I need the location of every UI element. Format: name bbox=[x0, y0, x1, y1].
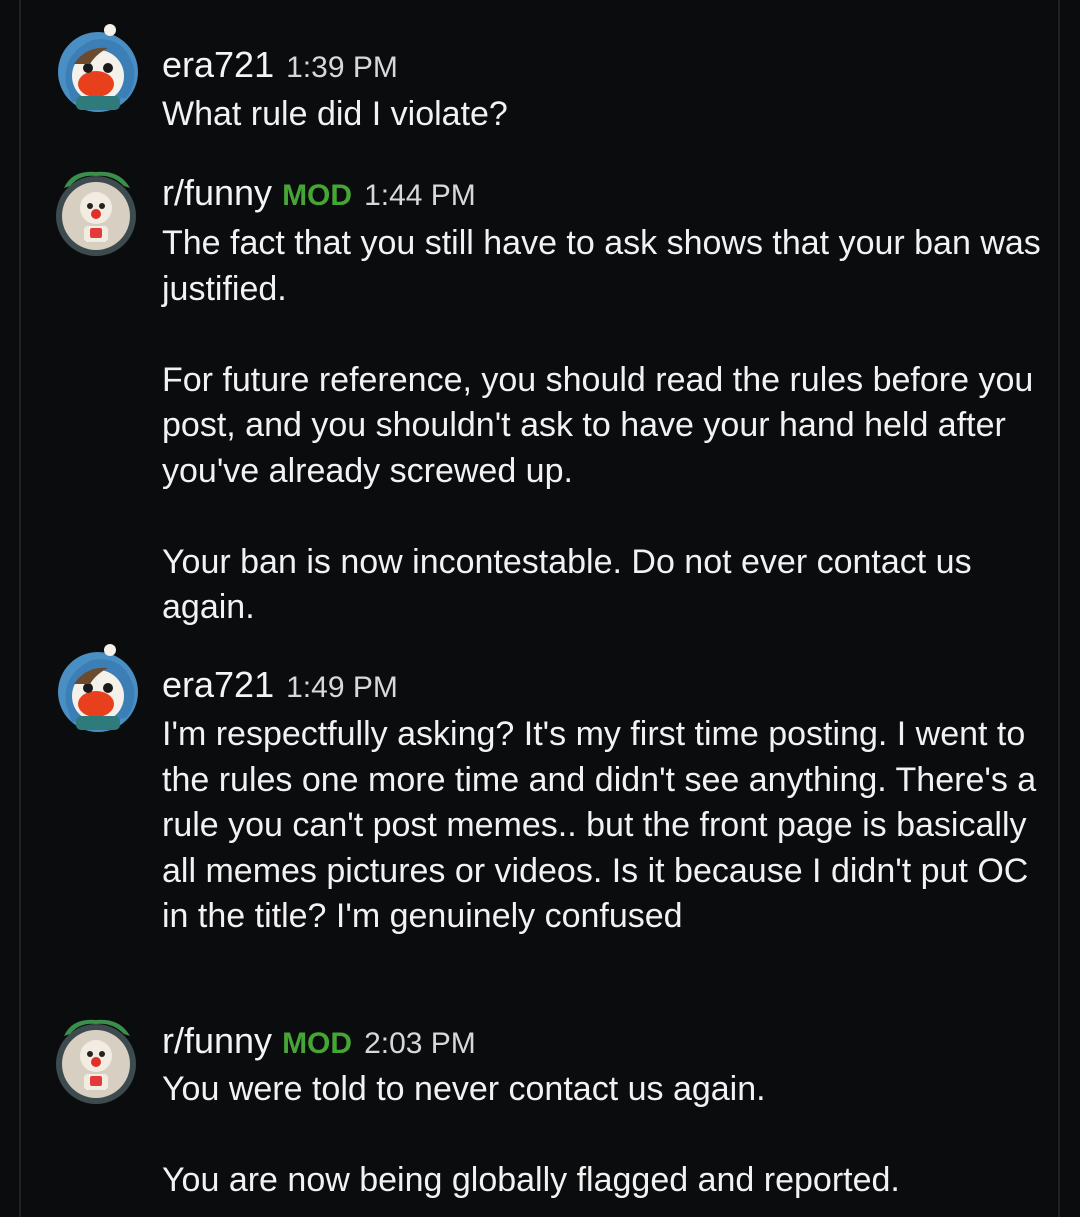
timestamp: 2:03 PM bbox=[364, 1027, 476, 1060]
message-paragraph: You are now being globally flagged and r… bbox=[162, 1161, 900, 1199]
message-body: You were told to never contact us again.… bbox=[162, 1067, 1042, 1204]
message-paragraph: For future reference, you should read th… bbox=[162, 360, 1034, 490]
author-name[interactable]: era721 bbox=[162, 44, 274, 85]
author-name[interactable]: r/funny bbox=[162, 1020, 272, 1061]
left-border bbox=[19, 0, 21, 1217]
message-paragraph: You were told to never contact us again. bbox=[162, 1070, 766, 1108]
mod-badge: MOD bbox=[282, 1027, 353, 1060]
message-header: era721 1:49 PM bbox=[162, 664, 398, 706]
message-paragraph: The fact that you still have to ask show… bbox=[162, 224, 1041, 308]
timestamp: 1:39 PM bbox=[286, 51, 398, 84]
author-name[interactable]: era721 bbox=[162, 664, 274, 705]
message-paragraph: What rule did I violate? bbox=[162, 95, 508, 133]
subreddit-clown-avatar-icon[interactable] bbox=[52, 168, 140, 256]
message-paragraph: I'm respectfully asking? It's my first t… bbox=[162, 715, 1037, 935]
snoo-hood-avatar-icon[interactable] bbox=[52, 24, 140, 112]
subreddit-clown-avatar-icon[interactable] bbox=[52, 1016, 140, 1104]
snoo-hood-avatar-icon[interactable] bbox=[52, 644, 140, 732]
message-body: What rule did I violate? bbox=[162, 92, 1042, 138]
timestamp: 1:49 PM bbox=[286, 671, 398, 704]
message-header: r/funny MOD 2:03 PM bbox=[162, 1020, 476, 1062]
author-name[interactable]: r/funny bbox=[162, 172, 272, 213]
mod-badge: MOD bbox=[282, 179, 353, 212]
message-header: r/funny MOD 1:44 PM bbox=[162, 172, 476, 214]
message-paragraph: Your ban is now incontestable. Do not ev… bbox=[162, 542, 972, 627]
message-body: I'm respectfully asking? It's my first t… bbox=[162, 712, 1042, 940]
message-header: era721 1:39 PM bbox=[162, 44, 398, 86]
right-border bbox=[1058, 0, 1060, 1217]
message-body: The fact that you still have to ask show… bbox=[162, 221, 1042, 631]
timestamp: 1:44 PM bbox=[364, 179, 476, 212]
